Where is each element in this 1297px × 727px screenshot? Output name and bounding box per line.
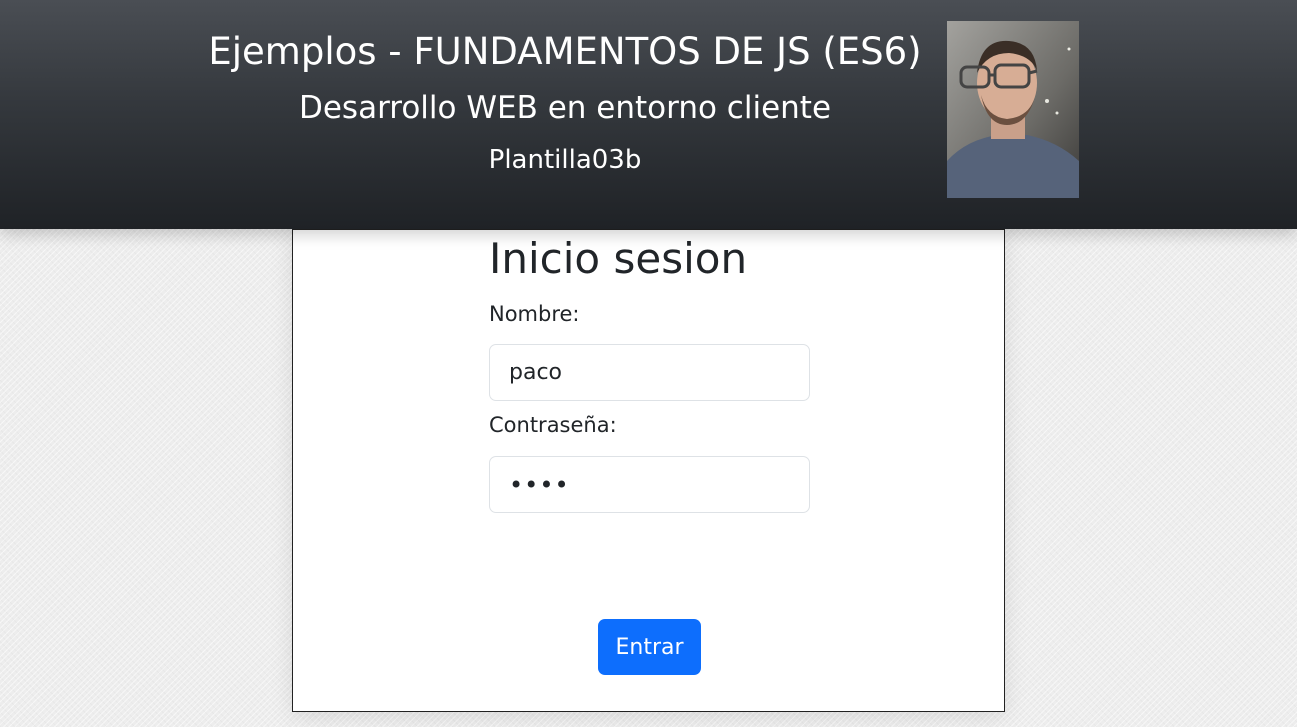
- author-photo: [947, 21, 1079, 198]
- login-card: Inicio sesion Nombre: Contraseña: Entrar: [292, 229, 1005, 712]
- password-label: Contraseña:: [489, 413, 617, 437]
- name-label: Nombre:: [489, 302, 580, 326]
- login-title: Inicio sesion: [489, 234, 748, 283]
- submit-button[interactable]: Entrar: [598, 619, 701, 675]
- name-input[interactable]: [489, 344, 810, 401]
- page-header: Ejemplos - FUNDAMENTOS DE JS (ES6) Desar…: [0, 0, 1297, 229]
- password-input[interactable]: [489, 456, 810, 513]
